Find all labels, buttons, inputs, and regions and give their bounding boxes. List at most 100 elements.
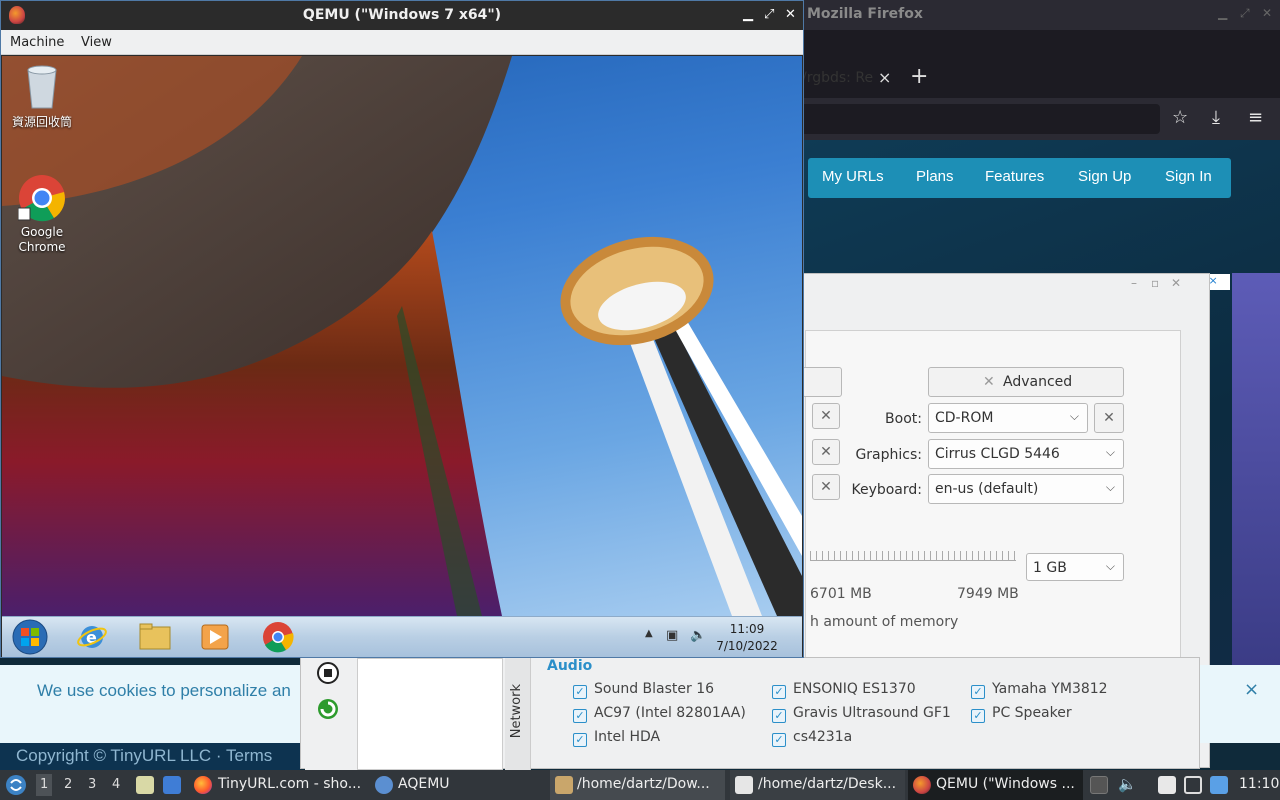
nav-sign-in[interactable]: Sign In bbox=[1165, 168, 1212, 185]
system-clock[interactable]: 11:10 bbox=[1239, 776, 1279, 792]
boot-tools-button[interactable]: ✕ bbox=[1094, 403, 1124, 433]
page-footer: Copyright © TinyURL LLC · Terms bbox=[0, 743, 300, 770]
browser-tab[interactable]: /rgbds: Re × bbox=[800, 62, 900, 92]
audio-gus-checkbox[interactable]: ✓ Gravis Ultrasound GF1 bbox=[772, 705, 951, 723]
nav-plans[interactable]: Plans bbox=[916, 168, 954, 185]
audio-es1370-checkbox[interactable]: ✓ ENSONIQ ES1370 bbox=[772, 681, 916, 699]
tools-icon: ✕ bbox=[983, 374, 995, 390]
firefox-toolbar: ☆ ⤓ ≡ bbox=[800, 98, 1280, 140]
download-icon[interactable]: ⤓ bbox=[1212, 107, 1220, 128]
chevron-down-icon: ⌵ bbox=[1069, 409, 1079, 423]
volume-icon[interactable]: 🔈 bbox=[1118, 775, 1137, 793]
advertisement[interactable] bbox=[1232, 273, 1280, 665]
workspace-1[interactable]: 1 bbox=[36, 774, 53, 796]
guest-taskbar-icons: e bbox=[12, 619, 294, 655]
internet-explorer-icon[interactable]: e bbox=[76, 625, 108, 649]
memory-total: 7949 MB bbox=[957, 586, 1019, 602]
maximize-icon[interactable]: ⤢ bbox=[1240, 6, 1250, 21]
desktop-wallpaper bbox=[2, 56, 802, 616]
task-file-manager-downloads[interactable]: /home/dartz/Dow... bbox=[550, 770, 725, 800]
nav-sign-up[interactable]: Sign Up bbox=[1078, 168, 1131, 185]
audio-cs4231a-checkbox[interactable]: ✓ cs4231a bbox=[772, 729, 852, 747]
audio-pcspk-checkbox[interactable]: ✓ PC Speaker bbox=[971, 705, 1072, 723]
advanced-button[interactable]: ✕ Advanced bbox=[928, 367, 1124, 397]
address-bar[interactable] bbox=[800, 104, 1160, 134]
reload-icon[interactable] bbox=[318, 699, 338, 719]
workspace-2[interactable]: 2 bbox=[64, 777, 72, 792]
desktop-icon-recycle-bin[interactable]: 資源回收筒 bbox=[2, 64, 82, 130]
desktop-launcher-icon[interactable] bbox=[163, 776, 181, 794]
desktop-icon-google-chrome[interactable]: Google Chrome bbox=[2, 174, 82, 255]
windows-start-icon[interactable] bbox=[12, 619, 48, 655]
graphics-select[interactable]: Cirrus CLGD 5446 ⌵ bbox=[928, 439, 1124, 469]
workspace-3[interactable]: 3 bbox=[88, 777, 96, 792]
chevron-down-icon: ⌵ bbox=[1105, 559, 1115, 573]
tab-close-icon[interactable]: × bbox=[878, 68, 891, 87]
boot-select[interactable]: CD-ROM ⌵ bbox=[928, 403, 1088, 433]
task-qemu[interactable]: QEMU ("Windows ... bbox=[908, 770, 1083, 800]
scroll-arrow-icon[interactable] bbox=[1090, 776, 1108, 794]
minimize-icon[interactable]: – bbox=[1131, 276, 1137, 290]
bookmark-star-icon[interactable]: ☆ bbox=[1172, 107, 1188, 128]
display-icon[interactable] bbox=[1184, 776, 1202, 794]
new-tab-button[interactable]: + bbox=[910, 64, 928, 89]
firefox-titlebar: Mozilla Firefox ▁ ⤢ ✕ bbox=[800, 0, 1280, 30]
audio-adlib-checkbox[interactable]: ✓ Yamaha YM3812 bbox=[971, 681, 1108, 699]
stop-icon[interactable] bbox=[317, 662, 339, 684]
nav-features[interactable]: Features bbox=[985, 168, 1044, 185]
task-firefox[interactable]: TinyURL.com - sho... bbox=[192, 770, 367, 800]
memory-slider[interactable] bbox=[810, 551, 1016, 561]
vm-controls bbox=[317, 662, 339, 719]
memory-note: h amount of memory bbox=[810, 614, 959, 630]
guest-clock[interactable]: 11:09 7/10/2022 bbox=[712, 621, 782, 655]
file-manager-launcher-icon[interactable] bbox=[136, 776, 154, 794]
guest-taskbar: e ▲ ▣ 🔈 11:09 7/10/2022 bbox=[2, 616, 802, 657]
audio-sb16-checkbox[interactable]: ✓ Sound Blaster 16 bbox=[573, 681, 714, 699]
task-file-manager-desktop[interactable]: /home/dartz/Desk... bbox=[730, 770, 905, 800]
google-chrome-label: Google Chrome bbox=[18, 225, 66, 254]
guest-desktop[interactable]: 資源回收筒 Google Chrome bbox=[2, 56, 802, 616]
close-icon[interactable]: ✕ bbox=[1262, 6, 1272, 20]
vm-list[interactable] bbox=[357, 658, 503, 770]
keyboard-select[interactable]: en-us (default) ⌵ bbox=[928, 474, 1124, 504]
clipboard-icon[interactable] bbox=[1158, 776, 1176, 794]
nav-my-urls[interactable]: My URLs bbox=[822, 168, 884, 185]
cpu-tools-button[interactable]: ✕ bbox=[812, 403, 840, 429]
minimize-icon[interactable]: ▁ bbox=[1218, 6, 1227, 20]
cookie-close-button[interactable]: × bbox=[1244, 679, 1259, 700]
media-player-icon[interactable] bbox=[201, 624, 229, 650]
volume-tray-icon[interactable]: 🔈 bbox=[690, 628, 706, 643]
chrome-taskbar-icon[interactable] bbox=[263, 622, 294, 653]
vm-control-column bbox=[305, 658, 357, 770]
firefox-window-title: Mozilla Firefox bbox=[807, 6, 923, 22]
advanced-label: Advanced bbox=[1003, 374, 1073, 390]
menu-icon[interactable]: ≡ bbox=[1248, 107, 1263, 128]
chevron-down-icon: ⌵ bbox=[1105, 480, 1115, 494]
file-explorer-icon[interactable] bbox=[139, 623, 171, 650]
maximize-icon[interactable]: ▫ bbox=[1151, 276, 1159, 290]
minimize-icon[interactable]: ▁ bbox=[743, 7, 753, 22]
tab-network[interactable]: Network bbox=[509, 684, 524, 738]
graphics-label: Graphics: bbox=[855, 447, 922, 463]
qemu-icon bbox=[913, 776, 931, 794]
network-tray-icon[interactable]: ▣ bbox=[666, 628, 678, 643]
memory-select[interactable]: 1 GB ⌵ bbox=[1026, 553, 1124, 581]
firefox-icon bbox=[194, 776, 212, 794]
audio-ac97-checkbox[interactable]: ✓ AC97 (Intel 82801AA) bbox=[573, 705, 746, 723]
task-aqemu[interactable]: AQEMU bbox=[373, 770, 543, 800]
menu-view[interactable]: View bbox=[81, 35, 112, 50]
tray-expand-icon[interactable]: ▲ bbox=[645, 628, 653, 639]
workspace-4[interactable]: 4 bbox=[112, 777, 120, 792]
close-icon[interactable]: ✕ bbox=[785, 7, 796, 22]
audio-hda-checkbox[interactable]: ✓ Intel HDA bbox=[573, 729, 660, 747]
memory-value: 1 GB bbox=[1033, 560, 1067, 576]
chrome-icon bbox=[17, 175, 65, 222]
maximize-icon[interactable]: ⤢ bbox=[764, 7, 774, 22]
close-icon[interactable]: ✕ bbox=[1171, 276, 1181, 290]
qemu-titlebar: QEMU ("Windows 7 x64") ▁ ⤢ ✕ bbox=[1, 1, 803, 30]
settings-button[interactable] bbox=[802, 367, 842, 397]
aqemu-device-panel: Network Audio ✓ Sound Blaster 16 ✓ ENSONIQ… bbox=[300, 657, 1200, 770]
notification-icon[interactable] bbox=[1210, 776, 1228, 794]
app-menu-icon[interactable] bbox=[5, 774, 27, 796]
menu-machine[interactable]: Machine bbox=[10, 35, 64, 50]
